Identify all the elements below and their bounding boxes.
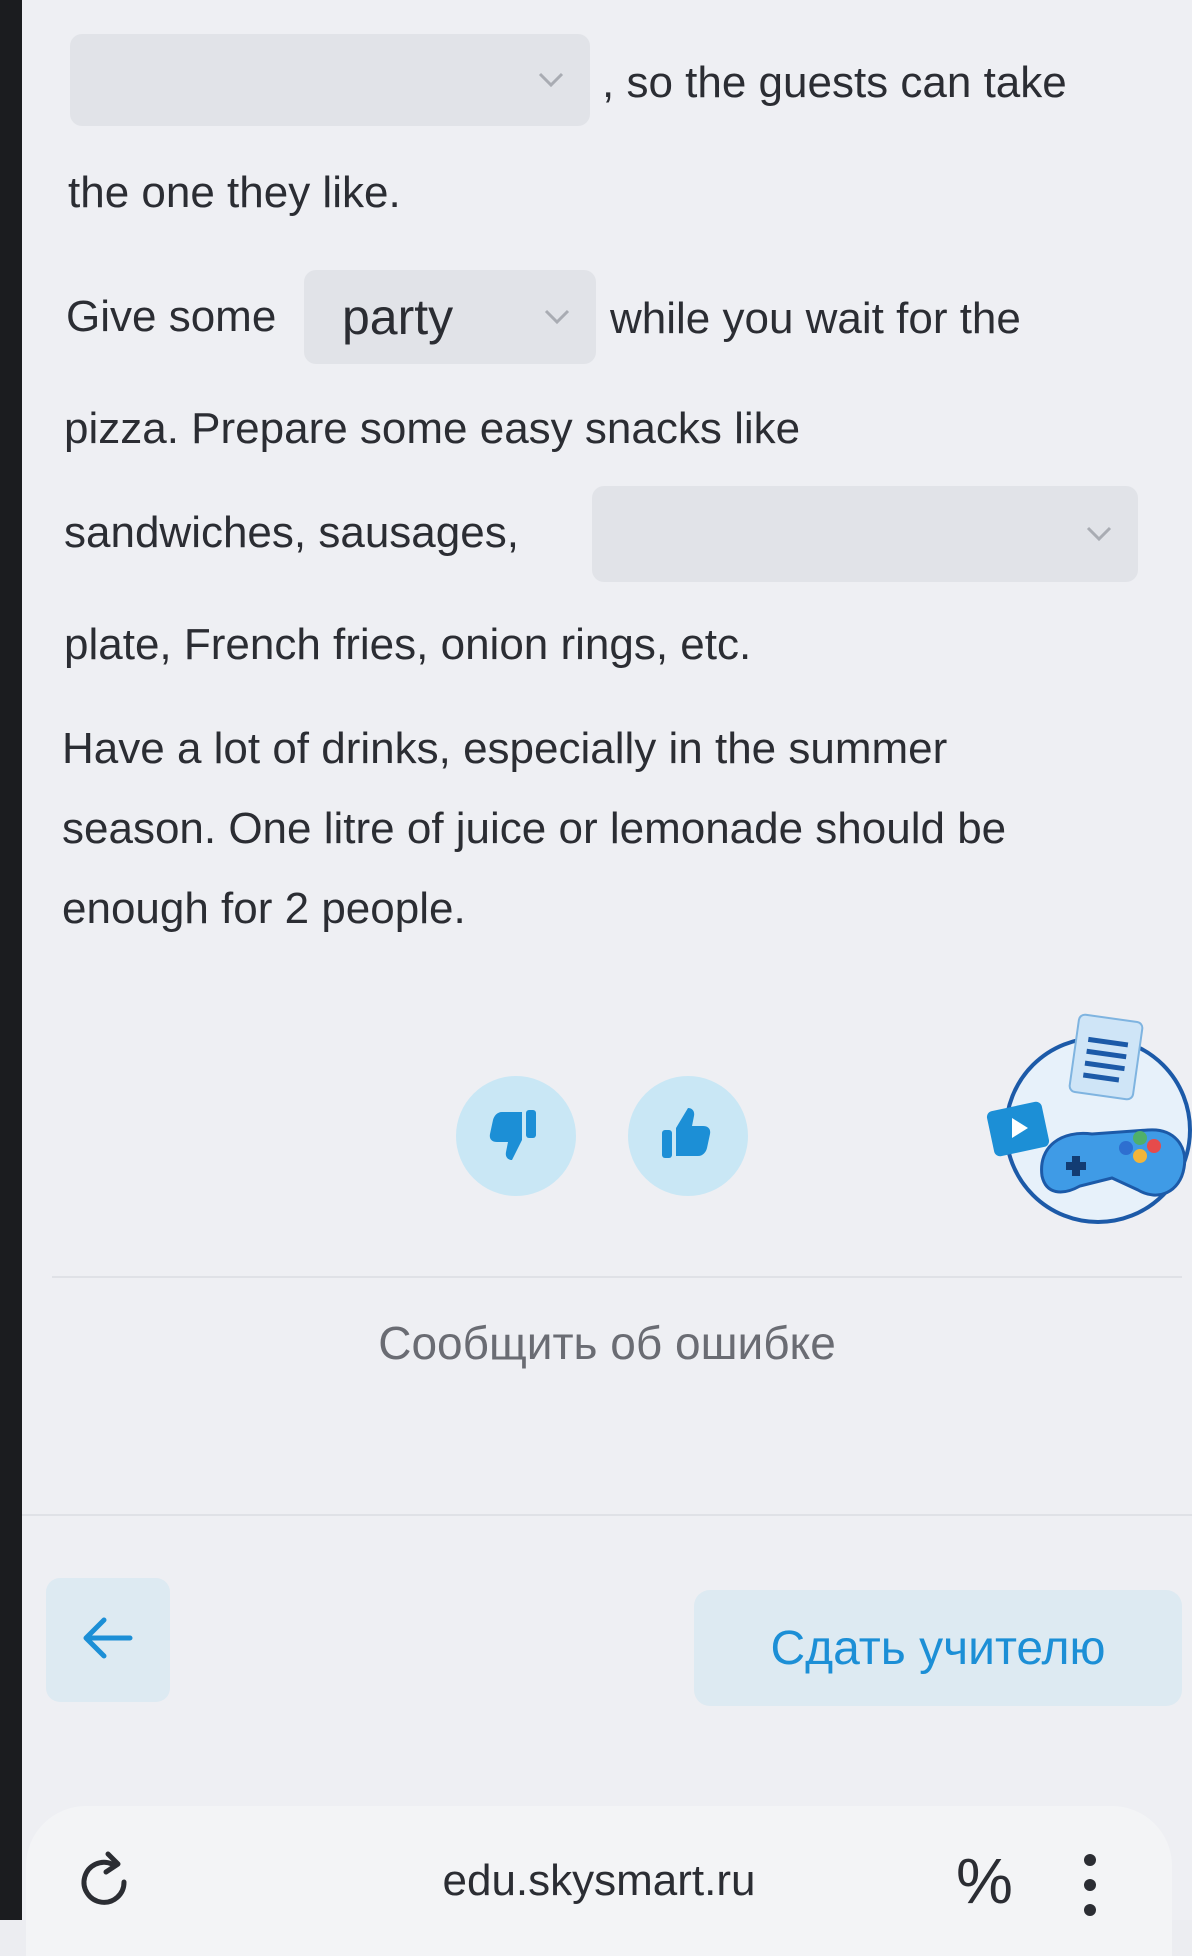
thumbs-up-icon (658, 1104, 718, 1169)
sentence-text: , so the guests can take (602, 58, 1067, 107)
report-error-link[interactable]: Сообщить об ошибке (22, 1316, 1192, 1370)
games-promo-illustration[interactable] (962, 1006, 1192, 1236)
dislike-button[interactable] (456, 1076, 576, 1196)
submit-to-teacher-button[interactable]: Сдать учителю (694, 1590, 1182, 1706)
paragraph-line: Have a lot of drinks, especially in the … (62, 724, 948, 773)
back-button[interactable] (46, 1578, 170, 1702)
divider (52, 1276, 1182, 1278)
paragraph-line: enough for 2 people. (62, 884, 466, 933)
chevron-down-icon (536, 65, 566, 95)
more-menu-icon[interactable] (1078, 1850, 1102, 1920)
sentence-text: the one they like. (68, 168, 401, 217)
percent-button[interactable]: % (956, 1844, 1013, 1918)
answer-dropdown-2[interactable]: party (304, 270, 596, 364)
chevron-down-icon (1084, 519, 1114, 549)
paragraph-line: season. One litre of juice or lemonade s… (62, 804, 1007, 853)
page: , so the guests can take the one they li… (22, 0, 1192, 1920)
answer-dropdown-3[interactable] (592, 486, 1138, 582)
thumbs-down-icon (486, 1104, 546, 1169)
phone-bezel (0, 0, 22, 1920)
arrow-left-icon (82, 1616, 134, 1665)
sentence-text: sandwiches, sausages, (64, 508, 519, 557)
answer-dropdown-1[interactable] (70, 34, 590, 126)
sentence-text: Give some (66, 292, 277, 341)
sentence-text: pizza. Prepare some easy snacks like (64, 404, 801, 453)
like-button[interactable] (628, 1076, 748, 1196)
chevron-down-icon (542, 302, 572, 332)
answer-dropdown-2-value: party (342, 289, 454, 345)
divider (22, 1514, 1192, 1516)
browser-bottom-bar: edu.skysmart.ru % (26, 1806, 1172, 1956)
sentence-text: plate, French fries, onion rings, etc. (64, 620, 752, 669)
sentence-text: while you wait for the (610, 294, 1021, 343)
